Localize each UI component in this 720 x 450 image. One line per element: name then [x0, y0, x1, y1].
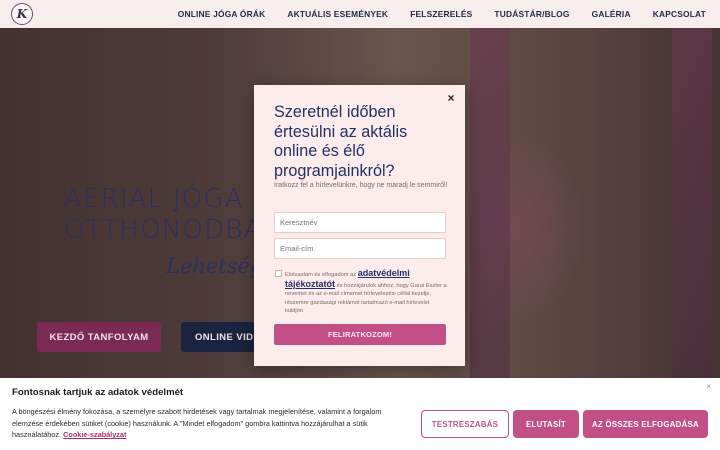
nav-aktualis-esemenyek[interactable]: AKTUÁLIS ESEMÉNYEK — [287, 9, 388, 19]
nav-galeria[interactable]: GALÉRIA — [592, 9, 631, 19]
nav-kapcsolat[interactable]: KAPCSOLAT — [653, 9, 706, 19]
cookie-accept-all-button[interactable]: AZ ÖSSZES ELFOGADÁSA — [583, 410, 708, 438]
hero-title-line1: AERIAL JÓGA A — [64, 184, 273, 214]
hero-title: AERIAL JÓGA A OTTHONODBAN — [64, 184, 283, 246]
hero-script-text: Lehetség — [166, 254, 264, 278]
hero-title-line2: OTTHONODBAN — [64, 215, 284, 245]
cookie-banner: × Fontosnak tartjuk az adatok védelmét A… — [0, 378, 720, 450]
cookie-text: A böngészési élmény fokozása, a személyr… — [12, 406, 410, 441]
beginner-course-button[interactable]: KEZDŐ TANFOLYAM — [37, 322, 161, 352]
nav-tudastar-blog[interactable]: TUDÁSTÁR/BLOG — [494, 9, 569, 19]
site-logo[interactable]: K — [11, 3, 33, 25]
cookie-customize-button[interactable]: TESTRESZABÁS — [421, 410, 509, 438]
cookie-policy-link[interactable]: Cookie-szabályzat — [63, 430, 126, 439]
newsletter-modal: × Szeretnél időben értesülni az aktális … — [254, 85, 465, 366]
site-header: K ONLINE JÓGA ÓRÁK AKTUÁLIS ESEMÉNYEK FE… — [0, 0, 720, 28]
consent-checkbox[interactable] — [275, 270, 282, 277]
main-nav: ONLINE JÓGA ÓRÁK AKTUÁLIS ESEMÉNYEK FELS… — [178, 0, 706, 28]
email-input[interactable] — [274, 238, 446, 259]
cookie-close-icon[interactable]: × — [706, 382, 711, 391]
first-name-input[interactable] — [274, 212, 446, 233]
nav-online-joga[interactable]: ONLINE JÓGA ÓRÁK — [178, 9, 266, 19]
modal-subtitle: Iratkozz fel a hírlevelünkre, hogy ne ma… — [274, 182, 448, 189]
nav-felszereles[interactable]: FELSZERELÉS — [410, 9, 472, 19]
cookie-title: Fontosnak tartjuk az adatok védelmét — [12, 387, 184, 398]
consent-text-before: Elolvastam és elfogadom az — [285, 272, 358, 278]
modal-heading: Szeretnél időben értesülni az aktális on… — [274, 103, 408, 180]
cookie-reject-button[interactable]: ELUTASÍT — [513, 410, 579, 438]
subscribe-button[interactable]: FELIRATKOZOM! — [274, 324, 446, 345]
consent-text: Elolvastam és elfogadom az adatvédelmi t… — [285, 268, 447, 315]
